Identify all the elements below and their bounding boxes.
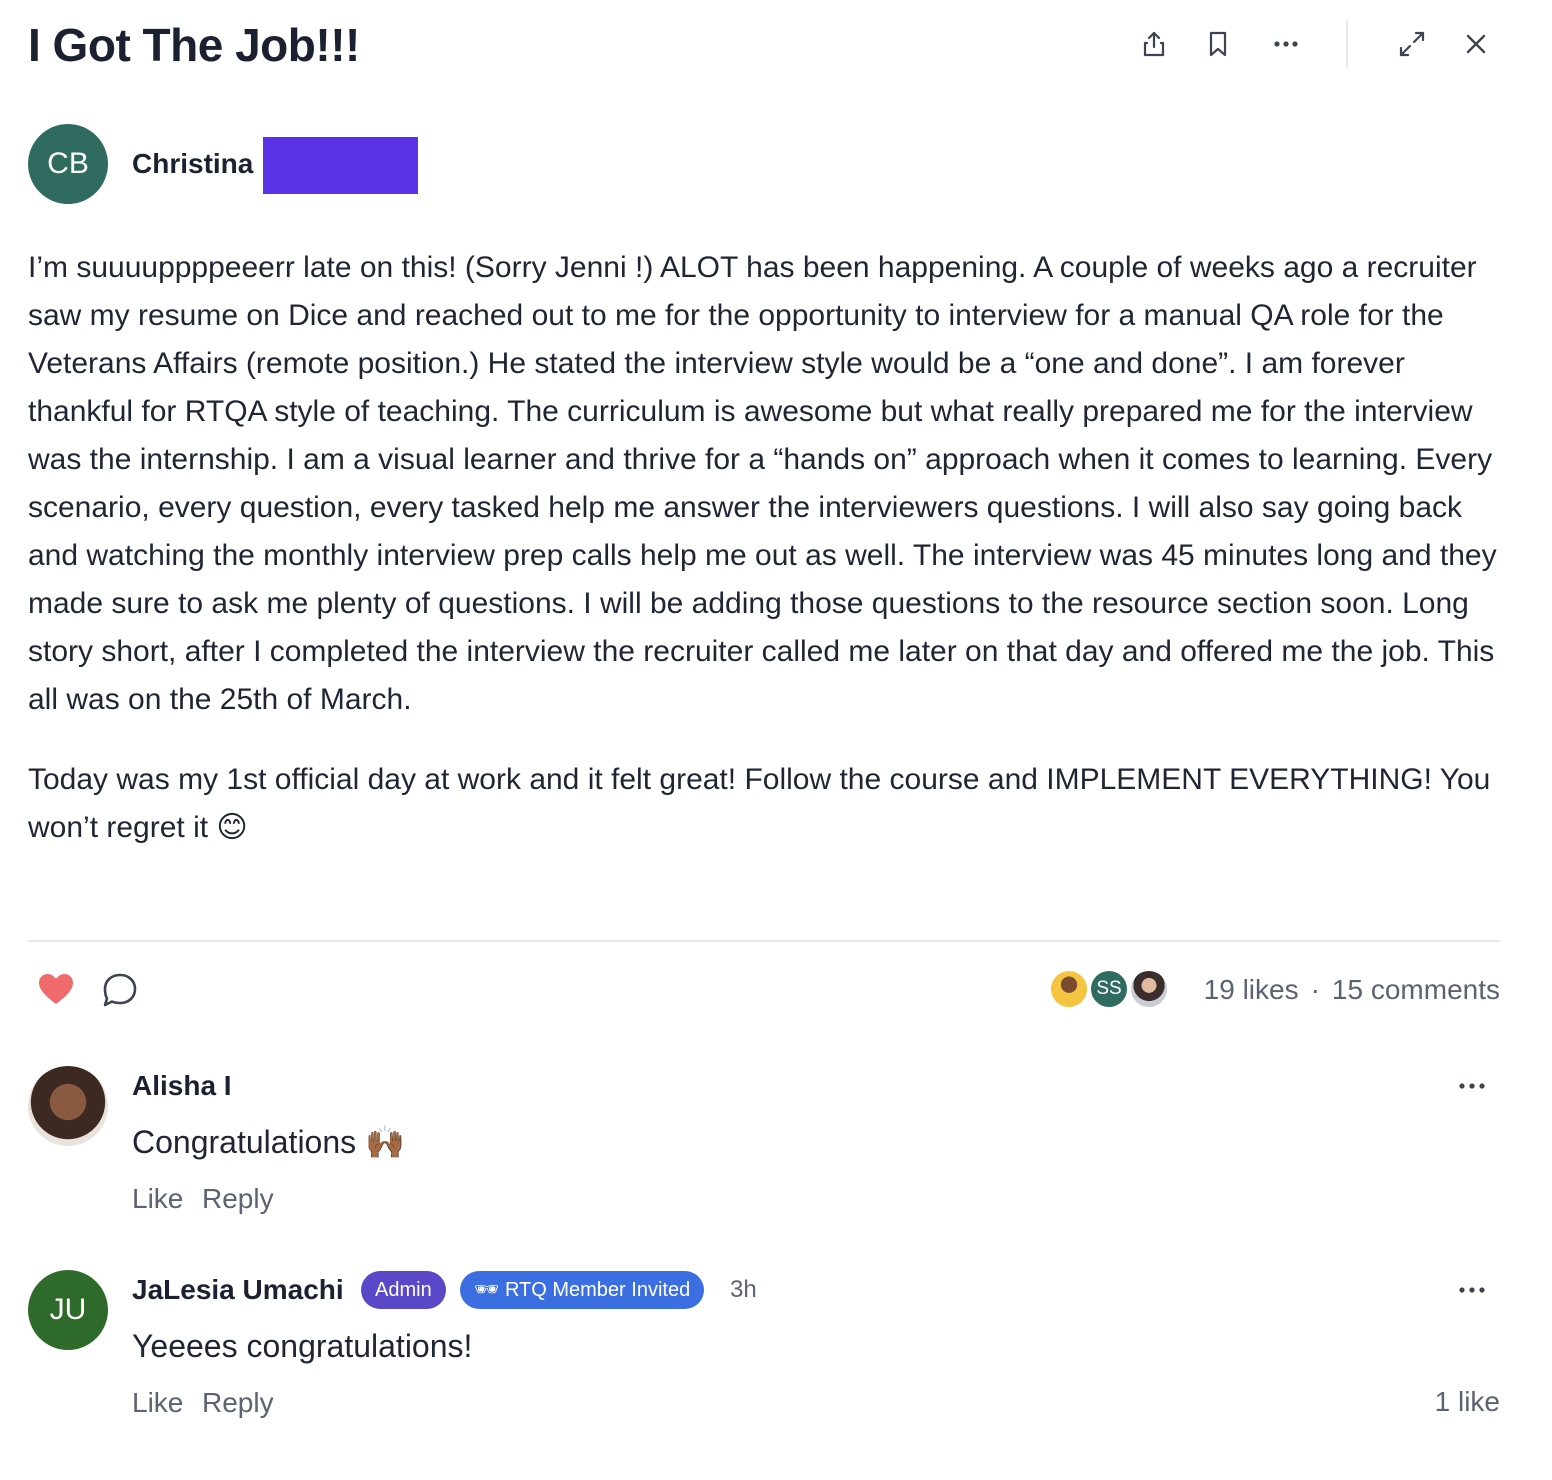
more-icon[interactable] <box>1268 26 1304 62</box>
comment-reply-button[interactable]: Reply <box>202 1385 274 1421</box>
expand-icon[interactable] <box>1394 26 1430 62</box>
comment-reply-button[interactable]: Reply <box>202 1181 274 1217</box>
comments-count[interactable]: 15 comments <box>1332 974 1500 1005</box>
comment-text: Congratulations 🙌🏾 <box>132 1124 405 1160</box>
author-name[interactable]: Christina <box>132 146 253 182</box>
comment-text: Yeeees congratulations! <box>132 1328 473 1364</box>
comment-like-button[interactable]: Like <box>132 1385 183 1421</box>
redacted-name-block <box>263 137 418 194</box>
bookmark-icon[interactable] <box>1200 26 1236 62</box>
comment-like-button[interactable]: Like <box>132 1181 183 1217</box>
comment-more-icon[interactable] <box>1454 1076 1490 1096</box>
post-paragraph: Today was my 1st official day at work an… <box>28 763 1491 844</box>
post-stats: 19 likes · 15 comments <box>1204 972 1500 1008</box>
author-avatar[interactable]: CB <box>28 124 108 204</box>
likes-count[interactable]: 19 likes <box>1204 974 1299 1005</box>
liker-avatar[interactable]: SS <box>1089 969 1129 1009</box>
post-body: I’m suuuuppppeeerr late on this! (Sorry … <box>28 244 1508 852</box>
close-icon[interactable] <box>1458 26 1494 62</box>
commenter-avatar[interactable] <box>28 1066 108 1146</box>
liker-avatar[interactable] <box>1129 969 1169 1009</box>
commenter-avatar[interactable]: JU <box>28 1270 108 1350</box>
member-badge: 🕶 RTQ Member Invited <box>460 1271 705 1309</box>
comment-icon[interactable] <box>100 970 140 1010</box>
post-divider <box>28 940 1500 942</box>
post-title: I Got The Job!!! <box>28 19 360 71</box>
toolbar-divider <box>1346 20 1348 68</box>
admin-badge: Admin <box>361 1271 446 1309</box>
post-page: I Got The Job!!! CB Christina I’m suuuup… <box>0 0 1552 1480</box>
comment-more-icon[interactable] <box>1454 1280 1490 1300</box>
commenter-name[interactable]: JaLesia Umachi <box>132 1272 344 1308</box>
post-paragraph: I’m suuuuppppeeerr late on this! (Sorry … <box>28 251 1497 716</box>
comment-likes-count[interactable]: 1 like <box>1435 1384 1500 1420</box>
stats-separator: · <box>1310 974 1320 1005</box>
liker-avatar[interactable] <box>1049 969 1089 1009</box>
comment-timestamp: 3h <box>730 1276 757 1303</box>
heart-icon[interactable] <box>36 970 76 1010</box>
share-icon[interactable] <box>1136 26 1172 62</box>
commenter-name[interactable]: Alisha I <box>132 1068 232 1104</box>
